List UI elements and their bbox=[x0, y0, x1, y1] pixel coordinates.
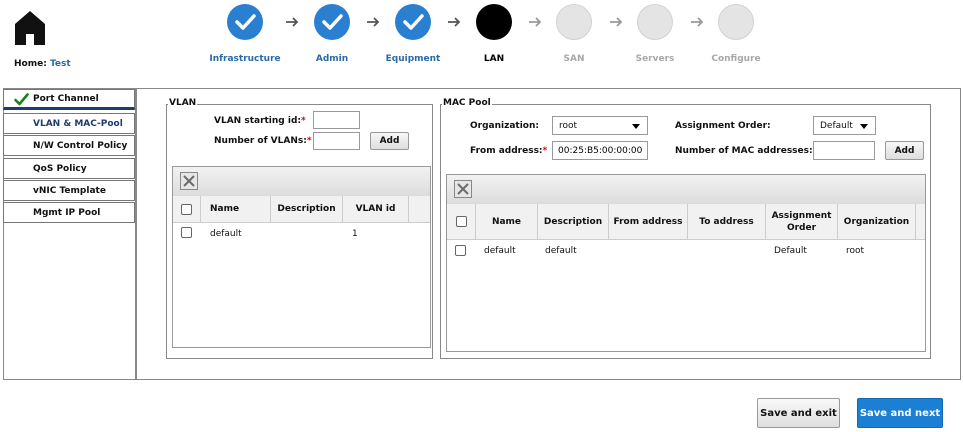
arrow-right-icon bbox=[690, 17, 704, 27]
cell-vlan-id: 1 bbox=[352, 229, 358, 239]
vlan-add-button[interactable]: Add bbox=[370, 132, 409, 150]
step-admin-done-icon[interactable] bbox=[314, 4, 350, 40]
sidebar-item-qos-policy[interactable]: QoS Policy bbox=[3, 158, 135, 179]
organization-label: Organization: bbox=[470, 121, 539, 131]
select-all-checkbox[interactable] bbox=[455, 216, 467, 227]
step-servers-pending-icon bbox=[637, 4, 673, 40]
step-label-equipment[interactable]: Equipment bbox=[368, 54, 458, 64]
save-and-next-button[interactable]: Save and next bbox=[857, 398, 943, 428]
step-label-configure: Configure bbox=[711, 54, 761, 64]
step-label-admin[interactable]: Admin bbox=[287, 54, 377, 64]
assignment-order-select[interactable]: Default bbox=[813, 116, 876, 135]
mac-count-label: Number of MAC addresses:* bbox=[675, 146, 817, 156]
sidebar-item-label: VLAN & MAC-Pool bbox=[33, 118, 123, 129]
column-header-organization[interactable]: Organization bbox=[838, 204, 916, 239]
row-checkbox[interactable] bbox=[455, 245, 466, 256]
vlan-count-input[interactable] bbox=[313, 132, 360, 150]
table-row[interactable]: default 1 bbox=[173, 222, 430, 246]
arrow-right-icon bbox=[285, 17, 299, 27]
select-all-cell bbox=[173, 196, 201, 222]
vlan-grid: Name Description VLAN id default 1 bbox=[172, 166, 431, 348]
arrow-right-icon bbox=[366, 17, 380, 27]
step-label-lan[interactable]: LAN bbox=[449, 54, 539, 64]
column-header-to-address[interactable]: To address bbox=[688, 204, 766, 239]
column-header-vlan-id[interactable]: VLAN id bbox=[343, 196, 409, 222]
step-equipment-done-icon[interactable] bbox=[395, 4, 431, 40]
vlan-legend: VLAN bbox=[168, 98, 198, 108]
cell-name: default bbox=[484, 246, 516, 256]
table-row[interactable]: default default Default root bbox=[447, 239, 925, 263]
organization-value: root bbox=[559, 120, 578, 131]
from-address-input[interactable] bbox=[552, 141, 648, 160]
step-label-infrastructure[interactable]: Infrastructure bbox=[200, 54, 290, 64]
sidebar-item-nw-control-policy[interactable]: N/W Control Policy bbox=[3, 135, 135, 156]
column-header-description[interactable]: Description bbox=[271, 196, 343, 222]
sidebar-item-mgmt-ip-pool[interactable]: Mgmt IP Pool bbox=[3, 202, 135, 223]
mac-grid: Name Description From address To address… bbox=[446, 174, 926, 352]
row-checkbox[interactable] bbox=[181, 227, 192, 238]
home-breadcrumb: Home: Test bbox=[14, 59, 71, 69]
from-address-label: From address:* bbox=[470, 146, 548, 156]
step-label-servers: Servers bbox=[635, 54, 675, 64]
sidebar-item-label: QoS Policy bbox=[33, 163, 87, 174]
column-header-description[interactable]: Description bbox=[538, 204, 609, 239]
dropdown-arrow-icon bbox=[860, 124, 868, 129]
vlan-start-label: VLAN starting id:* bbox=[214, 116, 306, 126]
vlan-grid-header: Name Description VLAN id bbox=[173, 196, 430, 223]
assignment-order-value: Default bbox=[820, 120, 853, 131]
step-lan-current-icon[interactable] bbox=[476, 4, 512, 40]
sidebar-item-label: vNIC Template bbox=[33, 185, 106, 196]
mac-count-input[interactable] bbox=[813, 141, 875, 160]
cell-organization: root bbox=[846, 246, 865, 256]
vlan-count-label: Number of VLANs:* bbox=[214, 136, 312, 146]
cell-assignment-order: Default bbox=[774, 246, 807, 256]
column-header-name[interactable]: Name bbox=[201, 196, 271, 222]
sidebar-item-vnic-template[interactable]: vNIC Template bbox=[3, 180, 135, 201]
step-configure-pending-icon bbox=[718, 4, 754, 40]
select-all-checkbox[interactable] bbox=[181, 203, 192, 215]
cell-name: default bbox=[210, 229, 242, 239]
column-header-assignment-order[interactable]: Assignment Order bbox=[766, 204, 838, 239]
select-all-cell bbox=[447, 204, 476, 239]
mac-add-button[interactable]: Add bbox=[885, 141, 924, 160]
sidebar-item-vlan-mac-pool[interactable]: VLAN & MAC-Pool bbox=[3, 113, 135, 134]
cell-description: default bbox=[545, 246, 577, 256]
organization-select[interactable]: root bbox=[552, 116, 648, 135]
mac-grid-header: Name Description From address To address… bbox=[447, 204, 925, 240]
step-label-san: SAN bbox=[563, 54, 585, 64]
column-header-name[interactable]: Name bbox=[476, 204, 538, 239]
dropdown-arrow-icon bbox=[632, 124, 640, 129]
arrow-right-icon bbox=[609, 17, 623, 27]
delete-icon[interactable] bbox=[180, 172, 198, 190]
vlan-grid-toolbar bbox=[173, 167, 430, 197]
assignment-order-label: Assignment Order: bbox=[675, 121, 771, 131]
checkmark-icon bbox=[14, 93, 29, 109]
step-san-pending-icon bbox=[556, 4, 592, 40]
arrow-right-icon bbox=[447, 17, 461, 27]
arrow-right-icon bbox=[528, 17, 542, 27]
home-icon[interactable] bbox=[14, 10, 46, 46]
sidebar-item-label: N/W Control Policy bbox=[33, 140, 128, 151]
delete-icon[interactable] bbox=[454, 180, 472, 198]
sidebar-item-label: Mgmt IP Pool bbox=[33, 207, 101, 218]
sidebar-item-port-channel[interactable]: Port Channel bbox=[3, 89, 135, 110]
step-infrastructure-done-icon[interactable] bbox=[227, 4, 263, 40]
column-header-from-address[interactable]: From address bbox=[609, 204, 688, 239]
home-label: Home: bbox=[14, 59, 47, 69]
mac-grid-toolbar bbox=[447, 175, 925, 205]
save-and-exit-button[interactable]: Save and exit bbox=[757, 398, 840, 428]
vlan-start-input[interactable] bbox=[313, 111, 360, 129]
home-value-link[interactable]: Test bbox=[50, 59, 71, 69]
mac-pool-legend: MAC Pool bbox=[442, 98, 492, 108]
